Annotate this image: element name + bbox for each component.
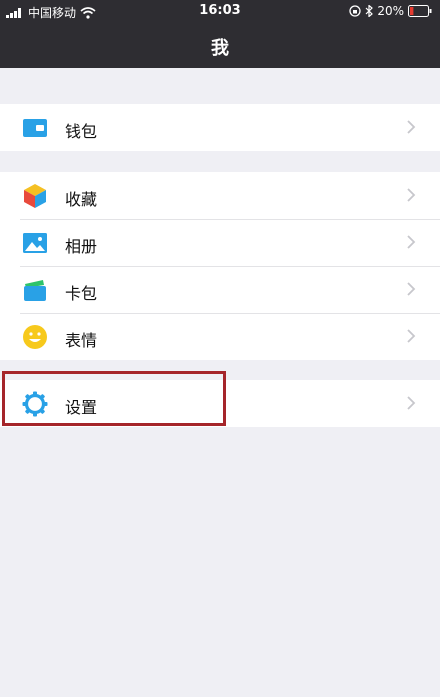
stickers-row[interactable]: 表情 <box>0 313 440 360</box>
stickers-label: 表情 <box>65 331 98 350</box>
card-icon <box>24 280 46 301</box>
page-title: 我 <box>211 38 229 59</box>
chevron-right-icon <box>407 235 416 249</box>
battery-percent: 20% <box>377 4 404 18</box>
header-bar: 中国移动 16:03 20% 我 <box>0 0 440 68</box>
status-bar: 中国移动 16:03 20% <box>0 0 440 24</box>
wallet-section: 钱包 <box>0 104 440 151</box>
orientation-lock-icon <box>349 5 361 17</box>
favorites-row[interactable]: 收藏 <box>0 172 440 219</box>
cards-row[interactable]: 卡包 <box>0 266 440 313</box>
wallet-row[interactable]: 钱包 <box>0 104 440 151</box>
chevron-right-icon <box>407 329 416 343</box>
chevron-right-icon <box>407 120 416 134</box>
cards-label: 卡包 <box>65 284 98 303</box>
wallet-icon <box>23 119 47 137</box>
features-section: 收藏 相册 卡包 表情 <box>0 172 440 360</box>
chevron-right-icon <box>407 396 416 410</box>
album-label: 相册 <box>65 237 98 256</box>
favorites-label: 收藏 <box>65 190 98 209</box>
chevron-right-icon <box>407 282 416 296</box>
smiley-icon <box>23 325 47 349</box>
wallet-label: 钱包 <box>65 122 98 141</box>
battery-icon <box>408 5 432 17</box>
bluetooth-icon <box>365 5 374 17</box>
settings-highlight-box <box>2 371 226 426</box>
chevron-right-icon <box>407 188 416 202</box>
album-row[interactable]: 相册 <box>0 219 440 266</box>
photo-icon <box>23 233 47 253</box>
cube-icon <box>24 184 46 208</box>
